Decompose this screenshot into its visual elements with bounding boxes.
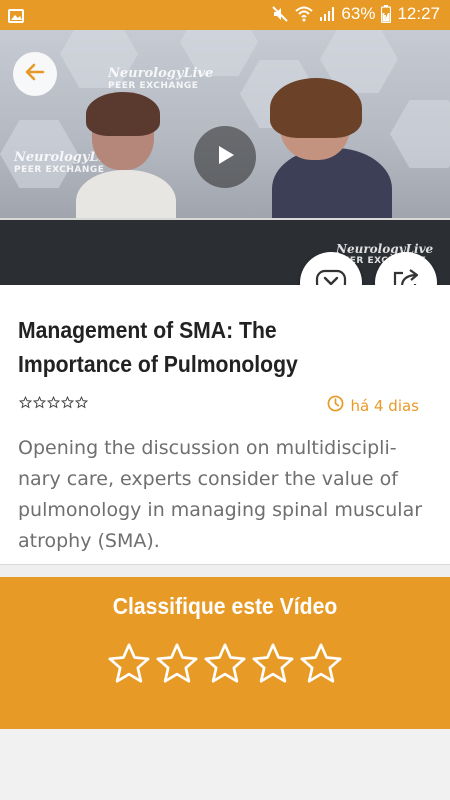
star-outline-icon — [32, 394, 47, 413]
mute-icon — [271, 5, 289, 23]
clock: 12:27 — [397, 4, 440, 23]
rate-star-3[interactable] — [202, 641, 248, 691]
rate-star-1[interactable] — [106, 641, 152, 691]
article-rating — [18, 394, 89, 413]
article-description: Opening the discussion on multidiscipli-… — [18, 437, 423, 552]
rating-title: Classifique este Vídeo — [112, 593, 338, 619]
rating-stars[interactable] — [106, 641, 344, 691]
time-ago: há 4 dias — [350, 396, 419, 415]
footer-area — [0, 729, 450, 800]
star-outline-icon — [46, 394, 61, 413]
image-icon — [8, 8, 24, 27]
star-outline-icon — [18, 394, 33, 413]
wifi-icon — [295, 6, 314, 22]
play-button[interactable] — [194, 126, 256, 188]
star-outline-icon — [60, 394, 75, 413]
article-title: Management of SMA: The Importance of Pul… — [18, 317, 298, 377]
panelist-left-hair — [86, 92, 160, 136]
publish-time: há 4 dias — [327, 395, 419, 416]
panelist-right-hair — [270, 78, 362, 138]
back-arrow-icon — [23, 60, 47, 88]
brand-logo: NeurologyLive PEER EXCHANGE — [108, 66, 214, 91]
rate-star-4[interactable] — [250, 641, 296, 691]
article-card: Management of SMA: The Importance of Pul… — [0, 285, 450, 565]
rate-star-5[interactable] — [298, 641, 344, 691]
play-icon — [212, 142, 238, 172]
star-outline-icon — [74, 394, 89, 413]
battery-charging-icon — [381, 5, 392, 23]
rating-section: Classifique este Vídeo — [0, 577, 450, 729]
clock-icon — [327, 395, 344, 416]
rate-star-2[interactable] — [154, 641, 200, 691]
back-button[interactable] — [13, 52, 57, 96]
battery-percent: 63% — [341, 4, 376, 23]
status-bar: 63% 12:27 — [0, 0, 450, 30]
signal-icon — [319, 6, 335, 22]
